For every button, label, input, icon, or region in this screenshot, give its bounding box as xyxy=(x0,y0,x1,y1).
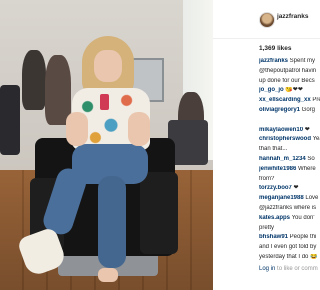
comment-username[interactable]: jo_go_jo xyxy=(259,87,284,93)
comment-text: and I even got told by xyxy=(259,244,317,251)
comment-line: @thepoutpatrol havin xyxy=(259,68,320,76)
background-person xyxy=(45,55,71,125)
comment-text: from? xyxy=(259,175,275,182)
post-username[interactable]: jazzfranks xyxy=(277,13,308,20)
comment-line: jenwhite1986 Where xyxy=(259,166,320,174)
comment-username[interactable]: bhshaw91 xyxy=(259,234,288,240)
comment-text: Yea xyxy=(312,136,320,143)
post-photo xyxy=(0,0,213,290)
comment-text: pretty xyxy=(259,224,275,231)
background-person xyxy=(22,50,46,110)
comment-line: yesterday that I do 😂 xyxy=(259,254,320,262)
woman-foot xyxy=(98,268,118,282)
comment-text: up done for our Becs xyxy=(259,77,315,84)
comment-text: Gorg xyxy=(300,107,316,113)
login-hint-text: to like or comm xyxy=(275,266,318,272)
comment-username[interactable]: oliviagregory1 xyxy=(259,107,300,113)
woman-arm xyxy=(66,112,88,146)
post-header: jazzfranks xyxy=(213,0,320,39)
phone xyxy=(100,94,109,110)
comment-line: mikaylaowen10 ❤ xyxy=(259,127,320,135)
comment-username[interactable]: kates.apps xyxy=(259,215,290,221)
woman-arm xyxy=(128,112,150,146)
jeans-leg xyxy=(98,176,126,268)
comment-line: torzzy.boo7 ❤ xyxy=(259,185,320,193)
login-link[interactable]: Log in xyxy=(259,266,275,272)
comment-line: pretty xyxy=(259,225,320,233)
comment-line: oliviagregory1 Gorg xyxy=(259,107,320,115)
comment-username[interactable]: jazzfranks xyxy=(259,58,288,64)
comment-text: ❤ xyxy=(291,185,299,192)
comment-text: People thi xyxy=(288,234,317,241)
comment-username[interactable]: xx_ellscarding_xx xyxy=(259,97,311,103)
comment-line: hannah_m_1234 So xyxy=(259,156,320,164)
comment-username[interactable]: mikaylaowen10 xyxy=(259,127,303,133)
comment-username[interactable]: hannah_m_1234 xyxy=(259,156,306,162)
comment-text: Where xyxy=(296,165,316,172)
salon-chair-arm xyxy=(140,172,178,254)
comment-line: meganjane1988 Love xyxy=(259,195,320,203)
comment-line: bhshaw91 People thi xyxy=(259,234,320,242)
comment-line: up done for our Becs xyxy=(259,78,320,86)
comment-username[interactable]: meganjane1988 xyxy=(259,195,304,201)
comment-text: Love xyxy=(303,195,319,202)
comment-line: @jazzfranks where is xyxy=(259,205,320,213)
likes-count[interactable]: 1,369 likes xyxy=(259,45,292,52)
comment-line: jazzfranks Spent my xyxy=(259,58,320,66)
comment-text: Spent my xyxy=(288,58,316,64)
woman-face xyxy=(94,50,122,82)
post-sidebar: jazzfranks 1,369 likes jazzfranks Spent … xyxy=(213,0,320,290)
login-hint: Log in to like or comm xyxy=(259,266,318,272)
comment-line: than that... xyxy=(259,146,320,154)
background-chair xyxy=(0,85,20,155)
comment-text: yesterday that I do 😂 xyxy=(259,254,318,260)
comment-text: @thepoutpatrol havin xyxy=(259,67,317,74)
comment-line: kates.apps You don' xyxy=(259,215,320,223)
comment-username[interactable]: torzzy.boo7 xyxy=(259,185,292,191)
avatar[interactable] xyxy=(259,12,275,28)
comment-username[interactable]: jenwhite1986 xyxy=(259,166,296,172)
comment-line: christopherswood Yea xyxy=(259,136,320,144)
comment-text: @jazzfranks where is xyxy=(259,205,317,211)
comment-text: You don' xyxy=(290,214,315,221)
comment-line: from? xyxy=(259,176,320,184)
comment-line: xx_ellscarding_xx Pre xyxy=(259,97,320,105)
comment-username[interactable]: christopherswood xyxy=(259,136,311,142)
comment-text: Pre xyxy=(312,97,320,104)
comment-text: 😘❤❤ xyxy=(283,87,303,94)
comment-line: jo_go_jo 😘❤❤ xyxy=(259,87,320,95)
comment-line: and I even got told by xyxy=(259,244,320,252)
comment-text: So xyxy=(305,156,315,162)
comment-text: than that... xyxy=(259,146,288,153)
comment-text: ❤ xyxy=(303,126,310,133)
instagram-post-screenshot: jazzfranks 1,369 likes jazzfranks Spent … xyxy=(0,0,320,290)
